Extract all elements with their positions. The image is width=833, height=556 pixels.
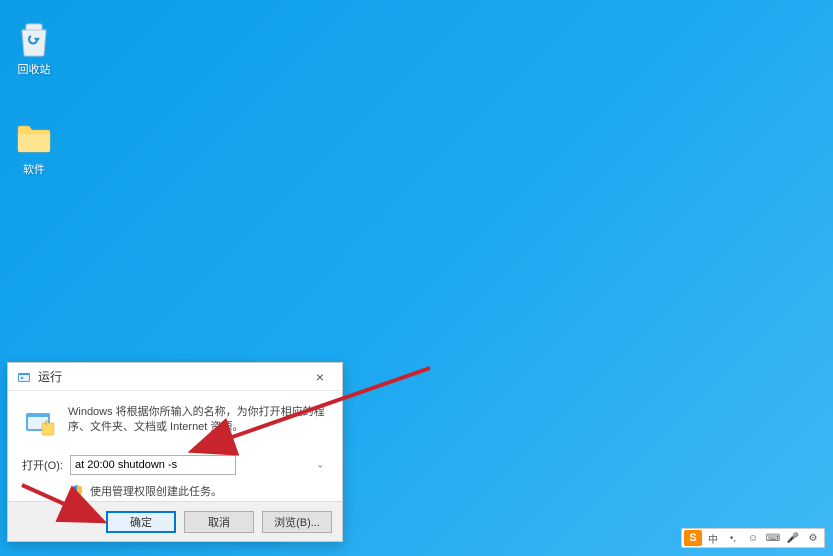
dialog-title: 运行 xyxy=(38,368,306,385)
cancel-button[interactable]: 取消 xyxy=(184,511,254,533)
recycle-bin-icon[interactable]: 回收站 xyxy=(4,18,64,77)
run-command-input[interactable] xyxy=(70,455,236,475)
folder-glyph xyxy=(14,118,54,158)
dialog-footer: 确定 取消 浏览(B)... xyxy=(8,501,342,541)
sogou-ime-icon[interactable]: S xyxy=(684,530,702,546)
admin-note: 使用管理权限创建此任务。 xyxy=(90,483,222,499)
ime-toolbar[interactable]: S 中 •, ☺ ⌨ 🎤 ⚙ xyxy=(681,528,825,548)
run-dialog: 运行 × Windows 将根据你所输入的名称，为你打开相应的程序、文件夹、文档… xyxy=(7,362,343,542)
browse-button[interactable]: 浏览(B)... xyxy=(262,511,332,533)
ime-voice-icon[interactable]: 🎤 xyxy=(784,530,802,546)
run-title-icon xyxy=(16,369,32,385)
close-icon: × xyxy=(316,369,324,385)
ok-button[interactable]: 确定 xyxy=(106,511,176,533)
shield-icon xyxy=(70,484,84,498)
ime-emoji-icon[interactable]: ☺ xyxy=(744,530,762,546)
recycle-bin-label: 回收站 xyxy=(18,61,51,77)
recycle-bin-glyph xyxy=(14,18,54,58)
run-description: Windows 将根据你所输入的名称，为你打开相应的程序、文件夹、文档或 Int… xyxy=(68,405,328,436)
dropdown-icon: ⌄ xyxy=(316,460,324,471)
software-folder-label: 软件 xyxy=(23,161,45,177)
dialog-body: Windows 将根据你所输入的名称，为你打开相应的程序、文件夹、文档或 Int… xyxy=(8,391,342,511)
close-button[interactable]: × xyxy=(306,367,334,387)
dialog-titlebar[interactable]: 运行 × xyxy=(8,363,342,391)
open-label: 打开(O): xyxy=(22,457,70,473)
run-program-icon xyxy=(22,405,58,441)
ime-settings-icon[interactable]: ⚙ xyxy=(804,530,822,546)
ime-punct-icon[interactable]: •, xyxy=(724,530,742,546)
software-folder-icon[interactable]: 软件 xyxy=(4,118,64,177)
ime-keyboard-icon[interactable]: ⌨ xyxy=(764,530,782,546)
ime-lang[interactable]: 中 xyxy=(704,530,722,546)
